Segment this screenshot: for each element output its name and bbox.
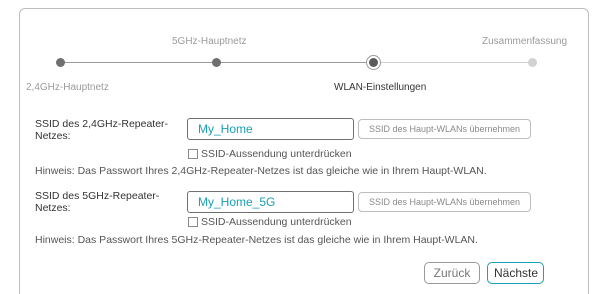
step-dot-current	[366, 55, 381, 70]
ssid-5-hint: Hinweis: Das Passwort Ihres 5GHz-Repeate…	[35, 234, 478, 246]
step-dot-4	[528, 58, 537, 67]
step-label-current: WLAN-Einstellungen	[334, 82, 427, 93]
step-label-1: 2,4GHz-Hauptnetz	[26, 82, 109, 93]
wizard-stepper: 2,4GHz-Hauptnetz 5GHz-Hauptnetz WLAN-Ein…	[0, 0, 598, 100]
ssid-24-hint: Hinweis: Das Passwort Ihres 2,4GHz-Repea…	[35, 165, 487, 177]
ssid-24-hide-label: SSID-Aussendung unterdrücken	[201, 148, 352, 160]
ssid-24-hide-checkbox[interactable]	[188, 149, 198, 159]
step-label-4: Zusammenfassung	[482, 36, 568, 47]
stepper-line-pending	[374, 62, 532, 63]
step-dot-2	[212, 58, 221, 67]
step-label-2: 5GHz-Hauptnetz	[172, 36, 247, 47]
ssid-24-hide-row[interactable]: SSID-Aussendung unterdrücken	[188, 148, 352, 160]
back-button[interactable]: Zurück	[424, 262, 480, 284]
ssid-24-input[interactable]	[187, 118, 354, 140]
ssid-5-hide-label: SSID-Aussendung unterdrücken	[201, 216, 352, 228]
next-button[interactable]: Nächste	[487, 262, 544, 284]
step-dot-1	[56, 58, 65, 67]
ssid-5-copy-button[interactable]: SSID des Haupt-WLANs übernehmen	[358, 192, 531, 212]
ssid-5-label: SSID des 5GHz-Repeater-Netzes:	[35, 190, 160, 214]
ssid-5-input[interactable]	[187, 191, 354, 213]
ssid-24-label: SSID des 2,4GHz-Repeater-Netzes:	[35, 118, 169, 142]
ssid-5-hide-checkbox[interactable]	[188, 217, 198, 227]
ssid-5-hide-row[interactable]: SSID-Aussendung unterdrücken	[188, 216, 352, 228]
ssid-24-copy-button[interactable]: SSID des Haupt-WLANs übernehmen	[358, 119, 531, 139]
